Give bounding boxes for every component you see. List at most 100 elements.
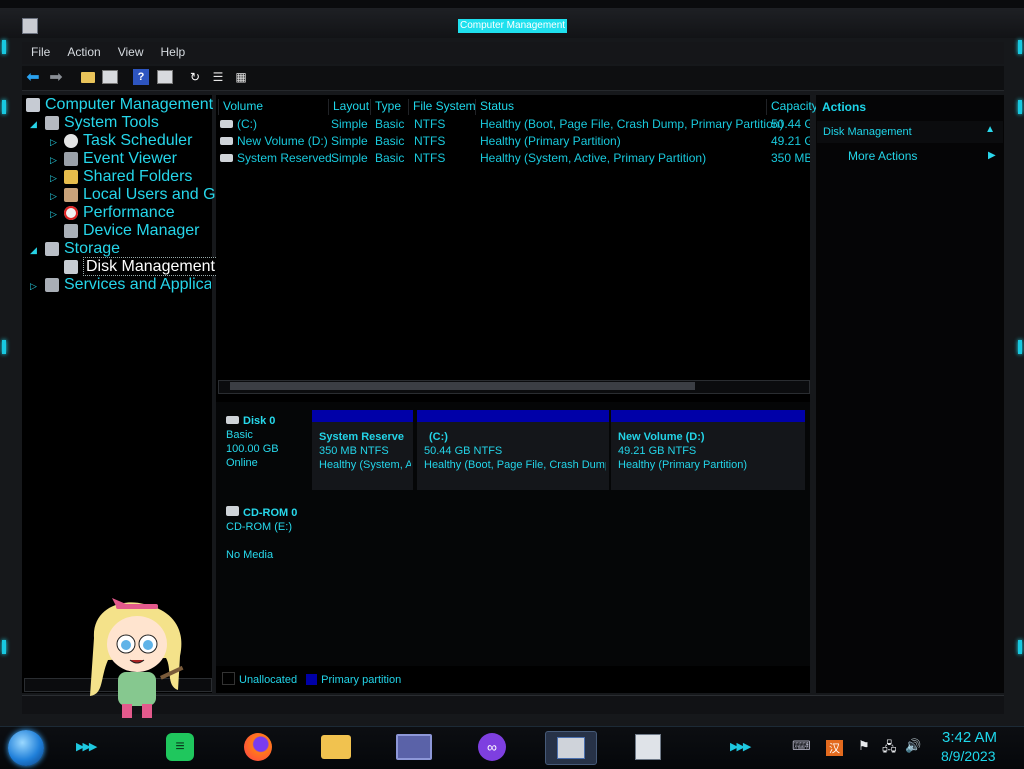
taskbar-file-explorer-button[interactable] xyxy=(318,731,354,763)
expand-arrow-icon[interactable]: ▷ xyxy=(50,191,57,202)
collapse-arrow-icon[interactable]: ◢ xyxy=(30,119,37,130)
partition-name: System Reserve xyxy=(319,431,405,443)
volume-layout: Simple xyxy=(331,151,368,165)
actions-pane xyxy=(816,95,1004,693)
taskbar-network-computer-button[interactable] xyxy=(630,731,666,763)
cdrom-icon xyxy=(226,506,239,516)
network-icon[interactable]: 🖧 xyxy=(882,738,897,760)
legend-label: Unallocated xyxy=(239,674,298,686)
export-list-icon[interactable]: ☰ xyxy=(210,69,226,85)
tree-item-task-scheduler[interactable]: Task Scheduler xyxy=(64,132,192,150)
actions-header: Actions xyxy=(822,100,867,114)
menu-view[interactable]: View xyxy=(109,42,152,59)
tray-app-icon[interactable]: 汉 xyxy=(826,740,843,756)
menu-action[interactable]: Action xyxy=(58,42,108,59)
tree-item-system-tools[interactable]: System Tools xyxy=(45,114,159,132)
menu-bar: File Action View Help xyxy=(22,42,1004,64)
column-file-system[interactable]: File System xyxy=(408,99,476,115)
expand-arrow-icon[interactable]: ▷ xyxy=(50,209,57,220)
scrollbar-thumb[interactable] xyxy=(230,382,695,390)
disk-0-info[interactable]: Disk 0 Basic 100.00 GB Online xyxy=(226,414,279,470)
storage-icon xyxy=(45,242,59,256)
partition-text: System Reserve 350 MB NTFS Healthy (Syst… xyxy=(319,430,411,472)
column-volume[interactable]: Volume xyxy=(218,99,263,115)
volume-type: Basic xyxy=(375,151,405,165)
forward-arrow-icon[interactable]: ➡ xyxy=(48,69,64,86)
menu-file[interactable]: File xyxy=(22,42,58,59)
volume-icon[interactable]: 🔊 xyxy=(905,738,921,754)
flag-icon[interactable]: ⚑ xyxy=(858,738,870,754)
partition-status: Healthy (Primary Partition) xyxy=(618,459,747,471)
volume-layout: Simple xyxy=(331,117,368,131)
up-folder-icon[interactable] xyxy=(80,69,96,85)
column-capacity[interactable]: Capacity xyxy=(766,99,818,115)
column-status[interactable]: Status xyxy=(475,99,514,115)
expand-arrow-icon[interactable]: ▷ xyxy=(50,155,57,166)
left-frame-bevel xyxy=(0,40,8,700)
actions-section-disk-management[interactable]: Disk Management ▲ xyxy=(817,121,1003,143)
legend-label: Primary partition xyxy=(321,674,402,686)
menu-help[interactable]: Help xyxy=(152,42,194,59)
tree-item-storage[interactable]: Storage xyxy=(45,240,120,258)
collapse-triangle-icon[interactable]: ▲ xyxy=(985,124,995,135)
tree-label: System Tools xyxy=(64,114,159,131)
volume-row[interactable]: System Reserved Simple Basic NTFS Health… xyxy=(216,151,810,168)
volume-row[interactable]: (C:) Simple Basic NTFS Healthy (Boot, Pa… xyxy=(216,117,810,134)
collapse-arrow-icon[interactable]: ◢ xyxy=(30,245,37,256)
volume-file-system: NTFS xyxy=(414,117,446,131)
computer-management-icon xyxy=(557,737,585,759)
taskbar-media-button[interactable]: ∞ xyxy=(474,731,510,763)
tools-icon xyxy=(45,116,59,130)
column-type[interactable]: Type xyxy=(370,99,401,115)
tree-item-local-users[interactable]: Local Users and Grou xyxy=(64,186,239,204)
help-icon[interactable]: ? xyxy=(133,69,149,85)
clock-time[interactable]: 3:42 AM xyxy=(942,729,997,746)
clock-date[interactable]: 8/9/2023 xyxy=(941,748,996,764)
expand-arrow-icon[interactable]: ▷ xyxy=(50,173,57,184)
volume-capacity: 350 MB xyxy=(771,151,810,165)
console-icon[interactable]: ▦ xyxy=(233,69,249,85)
expand-arrow-icon[interactable]: ▷ xyxy=(30,281,37,292)
volume-row[interactable]: New Volume (D:) Simple Basic NTFS Health… xyxy=(216,134,810,151)
tree-item-event-viewer[interactable]: Event Viewer xyxy=(64,150,177,168)
show-hide-console-tree-icon[interactable] xyxy=(102,69,118,85)
partition-text: New Volume (D:) 49.21 GB NTFS Healthy (P… xyxy=(618,430,800,472)
partition-size: 50.44 GB NTFS xyxy=(424,445,503,457)
taskbar-app-window-button[interactable] xyxy=(396,731,432,763)
services-icon xyxy=(45,278,59,292)
submenu-arrow-icon: ▶ xyxy=(988,150,996,161)
tree-item-disk-management[interactable]: Disk Management xyxy=(64,257,218,276)
column-layout[interactable]: Layout xyxy=(328,99,369,115)
back-arrow-icon[interactable]: ⬅ xyxy=(25,69,41,86)
spotify-icon: ≡ xyxy=(166,733,194,761)
tree-label: Storage xyxy=(64,240,121,257)
disk-name: CD-ROM 0 xyxy=(243,507,298,519)
partition-d[interactable]: New Volume (D:) 49.21 GB NTFS Healthy (P… xyxy=(611,410,805,490)
refresh-icon[interactable]: ↻ xyxy=(187,69,203,85)
partition-c[interactable]: (C:) 50.44 GB NTFS Healthy (Boot, Page F… xyxy=(417,410,609,490)
start-orb-button[interactable] xyxy=(8,730,44,766)
tree-label: Performance xyxy=(83,204,175,221)
taskbar xyxy=(0,726,1024,769)
volume-name: New Volume (D:) xyxy=(237,134,328,148)
expand-arrow-icon[interactable]: ▷ xyxy=(50,137,57,148)
cartoon-mascot-image xyxy=(90,598,184,718)
tree-item-shared-folders[interactable]: Shared Folders xyxy=(64,168,192,186)
app-window-icon xyxy=(396,734,432,760)
taskbar-computer-management-button[interactable] xyxy=(545,731,597,765)
taskbar-firefox-button[interactable] xyxy=(240,731,276,763)
disk-state: No Media xyxy=(226,549,274,561)
tree-item-services-applications[interactable]: Services and Applications xyxy=(45,276,211,294)
network-computer-icon xyxy=(635,734,661,760)
tree-item-device-manager[interactable]: Device Manager xyxy=(64,222,200,240)
properties-icon[interactable] xyxy=(157,69,173,85)
more-actions-link[interactable]: More Actions xyxy=(848,149,917,163)
partition-system-reserved[interactable]: System Reserve 350 MB NTFS Healthy (Syst… xyxy=(312,410,413,490)
taskbar-spotify-button[interactable]: ≡ xyxy=(162,731,198,763)
shared-folder-icon xyxy=(64,170,78,184)
disk-kind: Basic xyxy=(226,429,253,441)
keyboard-icon[interactable]: ⌨ xyxy=(792,738,811,754)
tree-item-performance[interactable]: Performance xyxy=(64,204,175,222)
computer-management-app-icon[interactable] xyxy=(22,18,38,34)
cdrom-0-info[interactable]: CD-ROM 0 CD-ROM (E:) No Media xyxy=(226,506,297,562)
